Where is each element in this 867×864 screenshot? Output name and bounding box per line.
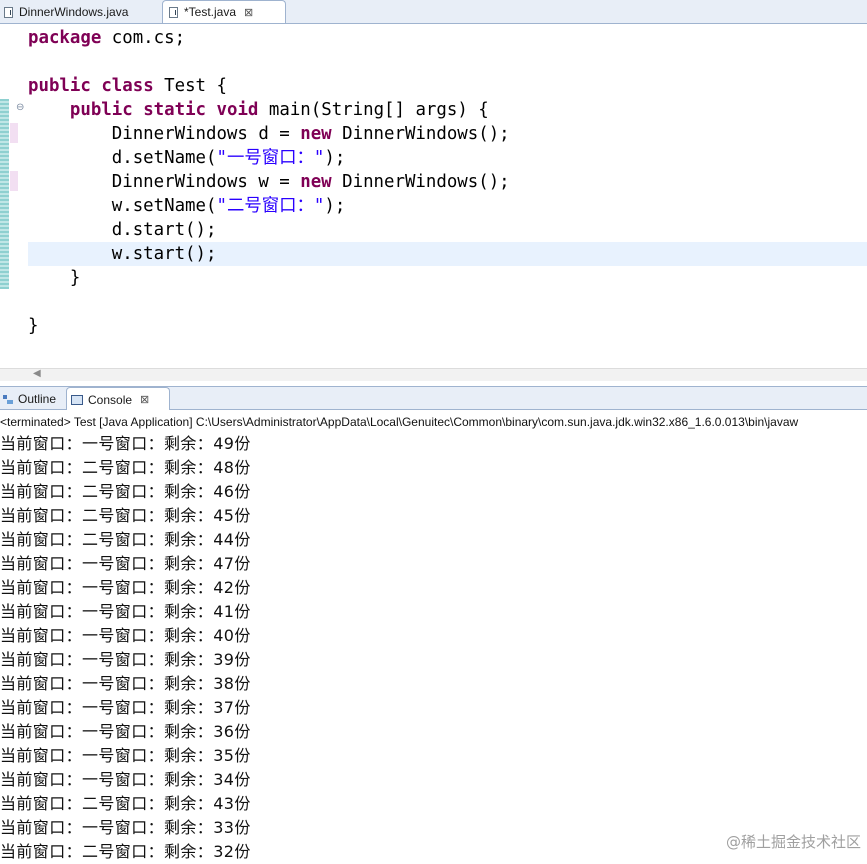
code-line: }: [28, 316, 39, 336]
tab-label: Outline: [18, 392, 57, 406]
console-line: 当前窗口：一号窗口：剩余：37份: [0, 698, 251, 717]
code-line: d.setName("一号窗口：");: [28, 148, 346, 168]
console-line: 当前窗口：二号窗口：剩余：46份: [0, 482, 251, 501]
java-file-icon: [169, 6, 178, 18]
tab-label: *Test.java: [184, 5, 237, 19]
tab-label: Console: [88, 392, 133, 407]
console-line: 当前窗口：一号窗口：剩余：38份: [0, 674, 251, 693]
code-line: w.setName("二号窗口：");: [28, 196, 346, 216]
code-line: package com.cs;: [28, 28, 186, 48]
code-line: }: [28, 268, 81, 288]
editor-tab-bar: DinnerWindows.java *Test.java ⊠: [0, 0, 867, 24]
tab-label: DinnerWindows.java: [19, 5, 129, 19]
console-line: 当前窗口：一号窗口：剩余：42份: [0, 578, 251, 597]
code-editor[interactable]: ⊖ package com.cs; public class Test { pu…: [0, 24, 867, 381]
change-marker: [10, 123, 18, 143]
console-line: 当前窗口：一号窗口：剩余：36份: [0, 722, 251, 741]
console-line: 当前窗口：一号窗口：剩余：49份: [0, 434, 251, 453]
tab-dinnerwindows-java[interactable]: DinnerWindows.java: [0, 1, 158, 23]
change-marker: [10, 171, 18, 191]
scroll-left-icon[interactable]: ◀: [33, 368, 41, 379]
tab-outline[interactable]: Outline: [2, 388, 62, 410]
console-line: 当前窗口：一号窗口：剩余：40份: [0, 626, 251, 645]
view-tab-bar: Outline Console ⊠: [0, 386, 867, 411]
console-line: 当前窗口：一号窗口：剩余：35份: [0, 746, 251, 765]
console-line: 当前窗口：二号窗口：剩余：43份: [0, 794, 251, 813]
console-line: 当前窗口：一号窗口：剩余：34份: [0, 770, 251, 789]
console-icon: [71, 394, 83, 405]
tab-console[interactable]: Console ⊠: [66, 387, 170, 411]
console-line: 当前窗口：一号窗口：剩余：41份: [0, 602, 251, 621]
tab-test-java[interactable]: *Test.java ⊠: [162, 0, 286, 23]
outline-icon: [2, 394, 14, 405]
console-line: 当前窗口：二号窗口：剩余：48份: [0, 458, 251, 477]
console-line: 当前窗口：二号窗口：剩余：45份: [0, 506, 251, 525]
close-icon[interactable]: ⊠: [244, 6, 253, 19]
fold-toggle-icon[interactable]: ⊖: [16, 102, 24, 113]
console-view[interactable]: <terminated> Test [Java Application] C:\…: [0, 410, 867, 861]
console-line: 当前窗口：一号窗口：剩余：47份: [0, 554, 251, 573]
current-code-line: w.start();: [28, 242, 867, 266]
code-line: public static void main(String[] args) {: [69, 100, 489, 120]
console-line: 当前窗口：一号窗口：剩余：39份: [0, 650, 251, 669]
watermark: @稀土掘金技术社区: [725, 833, 861, 851]
code-line: d.start();: [28, 220, 217, 240]
java-file-icon: [4, 6, 13, 18]
code-line: DinnerWindows w = new DinnerWindows();: [28, 172, 510, 192]
close-icon[interactable]: ⊠: [140, 393, 149, 406]
change-bar: [0, 99, 9, 289]
console-output: 当前窗口：一号窗口：剩余：49份 当前窗口：二号窗口：剩余：48份 当前窗口：二号窗…: [0, 432, 867, 864]
console-status: <terminated> Test [Java Application] C:\…: [0, 415, 799, 429]
code-line: public class Test {: [28, 76, 227, 96]
code-line: DinnerWindows d = new DinnerWindows();: [28, 124, 510, 144]
console-line: 当前窗口：二号窗口：剩余：44份: [0, 530, 251, 549]
horizontal-scrollbar[interactable]: ◀: [0, 368, 867, 381]
code-lines: package com.cs; public class Test { publ…: [28, 26, 867, 338]
